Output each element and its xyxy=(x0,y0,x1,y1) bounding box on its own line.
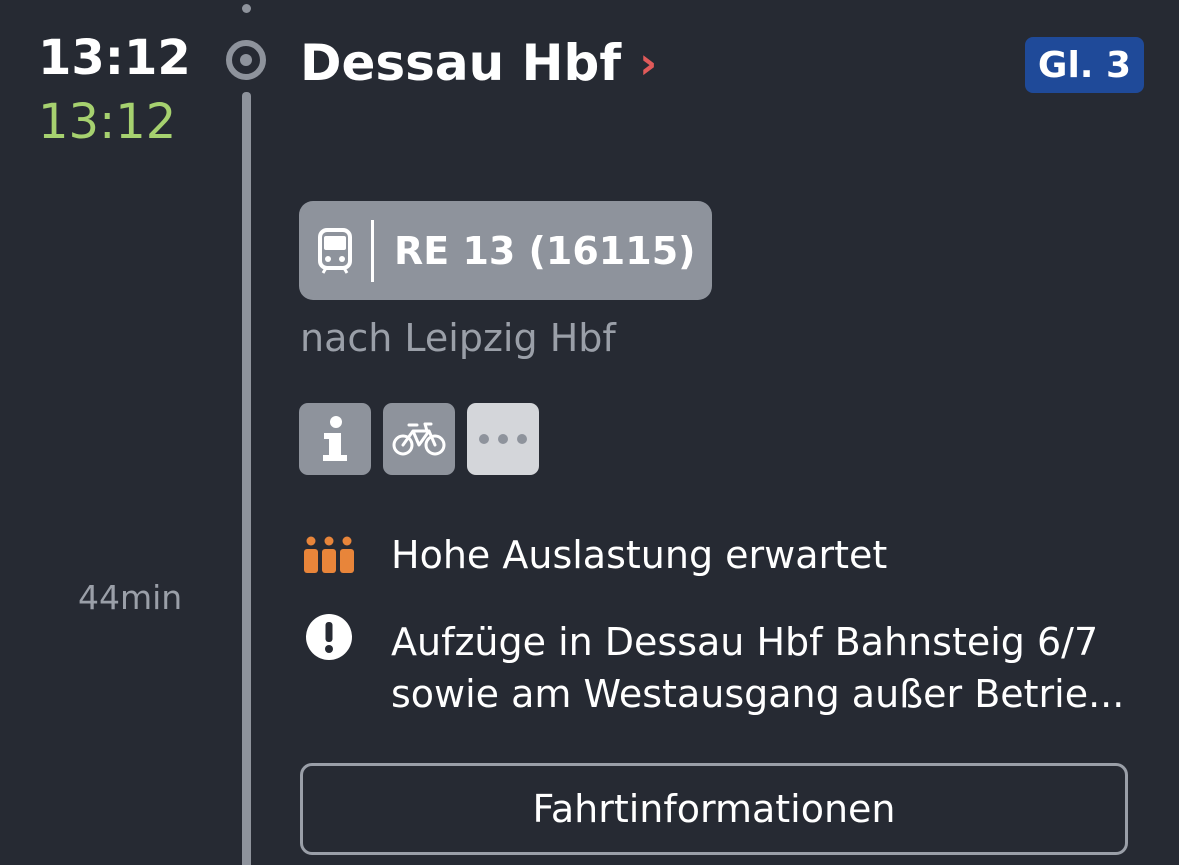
trip-information-button[interactable]: Fahrtinformationen xyxy=(300,763,1128,855)
stop-marker-icon xyxy=(226,40,266,80)
actual-time: 13:12 xyxy=(38,94,177,150)
timeline-line xyxy=(242,92,251,865)
station-name: Dessau Hbf xyxy=(300,34,622,92)
occupancy-icon xyxy=(303,536,355,578)
train-chip[interactable]: RE 13 (16115) xyxy=(299,201,712,300)
more-icon[interactable] xyxy=(467,403,539,475)
warning-line-2: sowie am Westausgang außer Betrie... xyxy=(391,672,1125,716)
chip-divider xyxy=(371,219,374,282)
warning-icon xyxy=(305,613,353,661)
segment-duration: 44min xyxy=(78,578,183,617)
train-label: RE 13 (16115) xyxy=(394,228,696,273)
station-link[interactable]: Dessau Hbf › xyxy=(300,34,657,92)
train-direction: nach Leipzig Hbf xyxy=(300,316,616,360)
timeline-dot xyxy=(242,4,251,13)
journey-detail-screen: 13:12 13:12 Dessau Hbf › Gl. 3 RE 13 (16… xyxy=(0,0,1179,865)
platform-badge: Gl. 3 xyxy=(1025,37,1144,93)
train-icon xyxy=(317,227,353,275)
occupancy-message: Hohe Auslastung erwartet xyxy=(391,533,888,577)
info-icon[interactable] xyxy=(299,403,371,475)
planned-time: 13:12 xyxy=(38,30,191,86)
warning-line-1: Aufzüge in Dessau Hbf Bahnsteig 6/7 xyxy=(391,620,1099,664)
warning-message[interactable]: Aufzüge in Dessau Hbf Bahnsteig 6/7 sowi… xyxy=(391,616,1151,720)
bicycle-icon[interactable] xyxy=(383,403,455,475)
chevron-right-icon: › xyxy=(639,37,658,89)
